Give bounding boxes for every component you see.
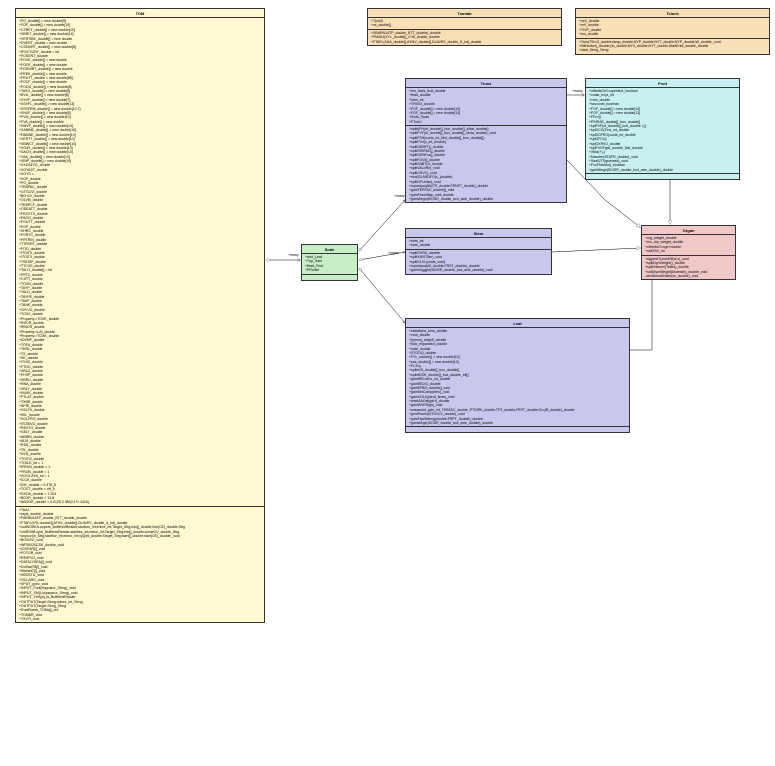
class-tom: TOM +FO_double[] = new double[5]+FOF_dou… — [15, 8, 265, 623]
class-title: Tomtab — [368, 9, 561, 17]
class-title: Organ — [642, 226, 735, 234]
ops — [586, 173, 739, 179]
member-row: +PRodtd — [305, 268, 355, 272]
ops: +splitt(FH(of_double[]_box_double[]_xMat… — [406, 125, 566, 202]
member-row: -oextSomAINtwe(xe_double)_void — [645, 274, 733, 278]
member-row: +FTnriU — [409, 120, 564, 124]
class-truss: Truss +mo_facts_fruit_double+ftrad_doubl… — [405, 78, 567, 203]
member-row: +start_Strng_Strng — [579, 48, 767, 52]
member-row: +strm_double — [409, 243, 549, 247]
member-row: +gainVoggyte(BOISR_double_toxl_axle_doub… — [409, 268, 549, 272]
member-row: +gainWegn(SIOSR_double_toxl_axle_double)… — [589, 168, 737, 172]
attrs: +org_weight_double+mo_dry_weight_double+… — [642, 234, 735, 255]
ops: +XBARN1ATP_double_BTT_double)_double+FMI… — [368, 29, 561, 45]
class-tclock: Tclock +xxX_double+mV_double+TIVP_double… — [575, 8, 770, 55]
attrs: +strm_int+strm_double — [406, 237, 551, 249]
attrs: +mo_facts_fruit_double+ftrad_double+strm… — [406, 87, 566, 125]
uml-class-diagram: +many +many +organ +many TOM +FO_double[… — [0, 0, 775, 766]
member-row: +xx_double[] — [371, 23, 559, 27]
class-fruit: Fruit +offsetsGrG=openleoI_boolean+coast… — [585, 78, 740, 180]
member-row: +gainWegs(SIOSR_double_toxl_axle_double)… — [409, 421, 627, 425]
attrs: +radiations_tens_double+vmo_double+(ynmo… — [406, 327, 629, 426]
class-title: Tclock — [576, 9, 769, 17]
member-row: +xalOSX_int — [645, 249, 733, 253]
ops: +splitOVRU_double+splitXIMTOter)_void+sp… — [406, 249, 551, 274]
member-row: +TXVTI_void — [19, 617, 262, 621]
attrs: +xxX_double+mV_double+TIVP_double+mo_dou… — [576, 17, 769, 38]
ops — [406, 426, 629, 432]
class-title: Stem — [406, 229, 551, 237]
svg-text:+many: +many — [572, 89, 583, 93]
ops: +TAAJ+rayls_double_double+FAEBN1ATP_doub… — [16, 506, 264, 623]
class-title: Leaf — [406, 319, 629, 327]
class-organ: Organ +org_weight_double+mo_dry_weight_d… — [641, 225, 736, 280]
class-leaf: Leaf +radiations_tens_double+vmo_double+… — [405, 318, 630, 433]
attrs: +trad_Leaf+Tup_Sam+ftrad_Fruit+PRodtd — [302, 253, 357, 274]
attrs: +FO_double[] = new double[5]+FOF_double[… — [16, 17, 264, 506]
member-row: +gainWegn(SIOSR_double_toxl_axle_double)… — [409, 197, 564, 201]
class-title: Truss — [406, 79, 566, 87]
member-row: +ABOOR_double = 0.4125 3.38/(V,1*1.1416)… — [19, 500, 262, 504]
class-title: Sode — [302, 245, 357, 253]
class-title: TOM — [16, 9, 264, 17]
member-row: +mo_double — [579, 32, 767, 36]
member-row: +FTAFL(XAA_double[],AYMV_double[],DLAVRY… — [371, 40, 559, 44]
class-title: Fruit — [586, 79, 739, 87]
ops: +Tcov(TM=O_double;tamp_double;NYP_double… — [576, 38, 769, 54]
ops: +AgpentT(xmidOf(xLx)_void+splitDynWeight… — [642, 255, 735, 280]
class-sode: Sode +trad_Leaf+Tup_Sam+ftrad_Fruit+PRod… — [301, 244, 358, 281]
svg-text:+many: +many — [394, 194, 405, 198]
class-stem: Stem +strm_int+strm_double +splitOVRU_do… — [405, 228, 552, 275]
class-tomtab: Tomtab +T(null)+xx_double[] +XBARN1ATP_d… — [367, 8, 562, 46]
attrs: +T(null)+xx_double[] — [368, 17, 561, 29]
svg-text:+organ: +organ — [388, 251, 399, 255]
svg-text:+many: +many — [288, 253, 299, 257]
attrs: +offsetsGrG=openleoI_boolean+coast_trx(a… — [586, 87, 739, 173]
ops — [302, 274, 357, 280]
